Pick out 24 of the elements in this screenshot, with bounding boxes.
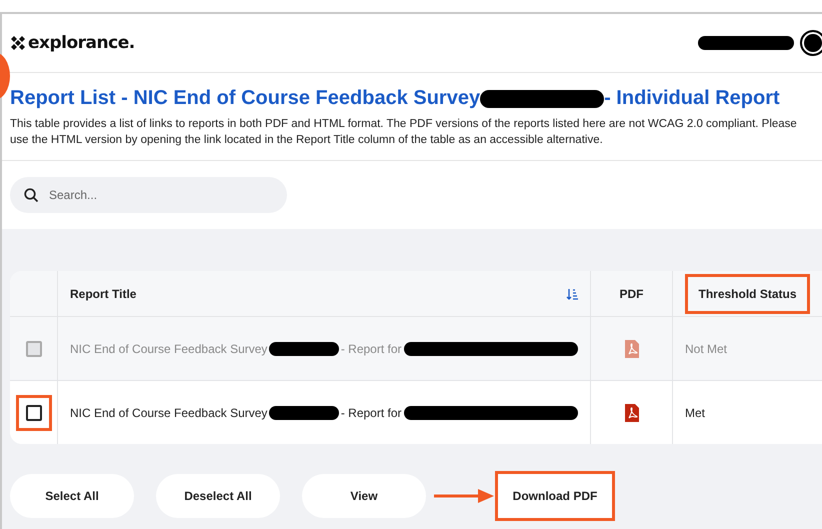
column-header: PDF [620,286,644,300]
action-button[interactable]: Deselect All [156,474,280,518]
search-field[interactable]: Search... [10,177,287,213]
avatar-icon[interactable] [800,30,822,56]
logo-text: explorance. [28,33,135,53]
row-checkbox[interactable] [26,404,42,420]
logo-icon [10,35,26,51]
redaction-mark [269,342,339,356]
action-button[interactable]: Download PDF [498,474,612,518]
search-input[interactable]: Search... [47,187,251,203]
pdf-icon[interactable] [624,404,638,422]
action-button[interactable]: View [302,474,426,518]
description-text: This table provides a list of links to reports in both PDF and HTML format. The PDF versions of the reports listed here are not WCAG 2.0 compliant. Please use the HTML version by opening the link located in the Report Title column of the table as an accessible alternative. [10,117,798,148]
search-icon [24,188,39,202]
redaction-mark [269,406,339,420]
report-title-link[interactable]: - Report for [340,406,402,420]
report-title-link[interactable]: NIC End of Course Feedback Survey [70,406,268,420]
threshold-status: Not Met [685,342,728,356]
threshold-status: Met [685,406,706,420]
page-title: Report List - NIC End of Course Feedback Survey - Individual Report [10,87,781,110]
column-header: Report Title [70,286,136,300]
sort-icon[interactable] [566,288,578,300]
column-header: Threshold Status [685,274,810,314]
action-button[interactable]: Select All [10,474,134,518]
